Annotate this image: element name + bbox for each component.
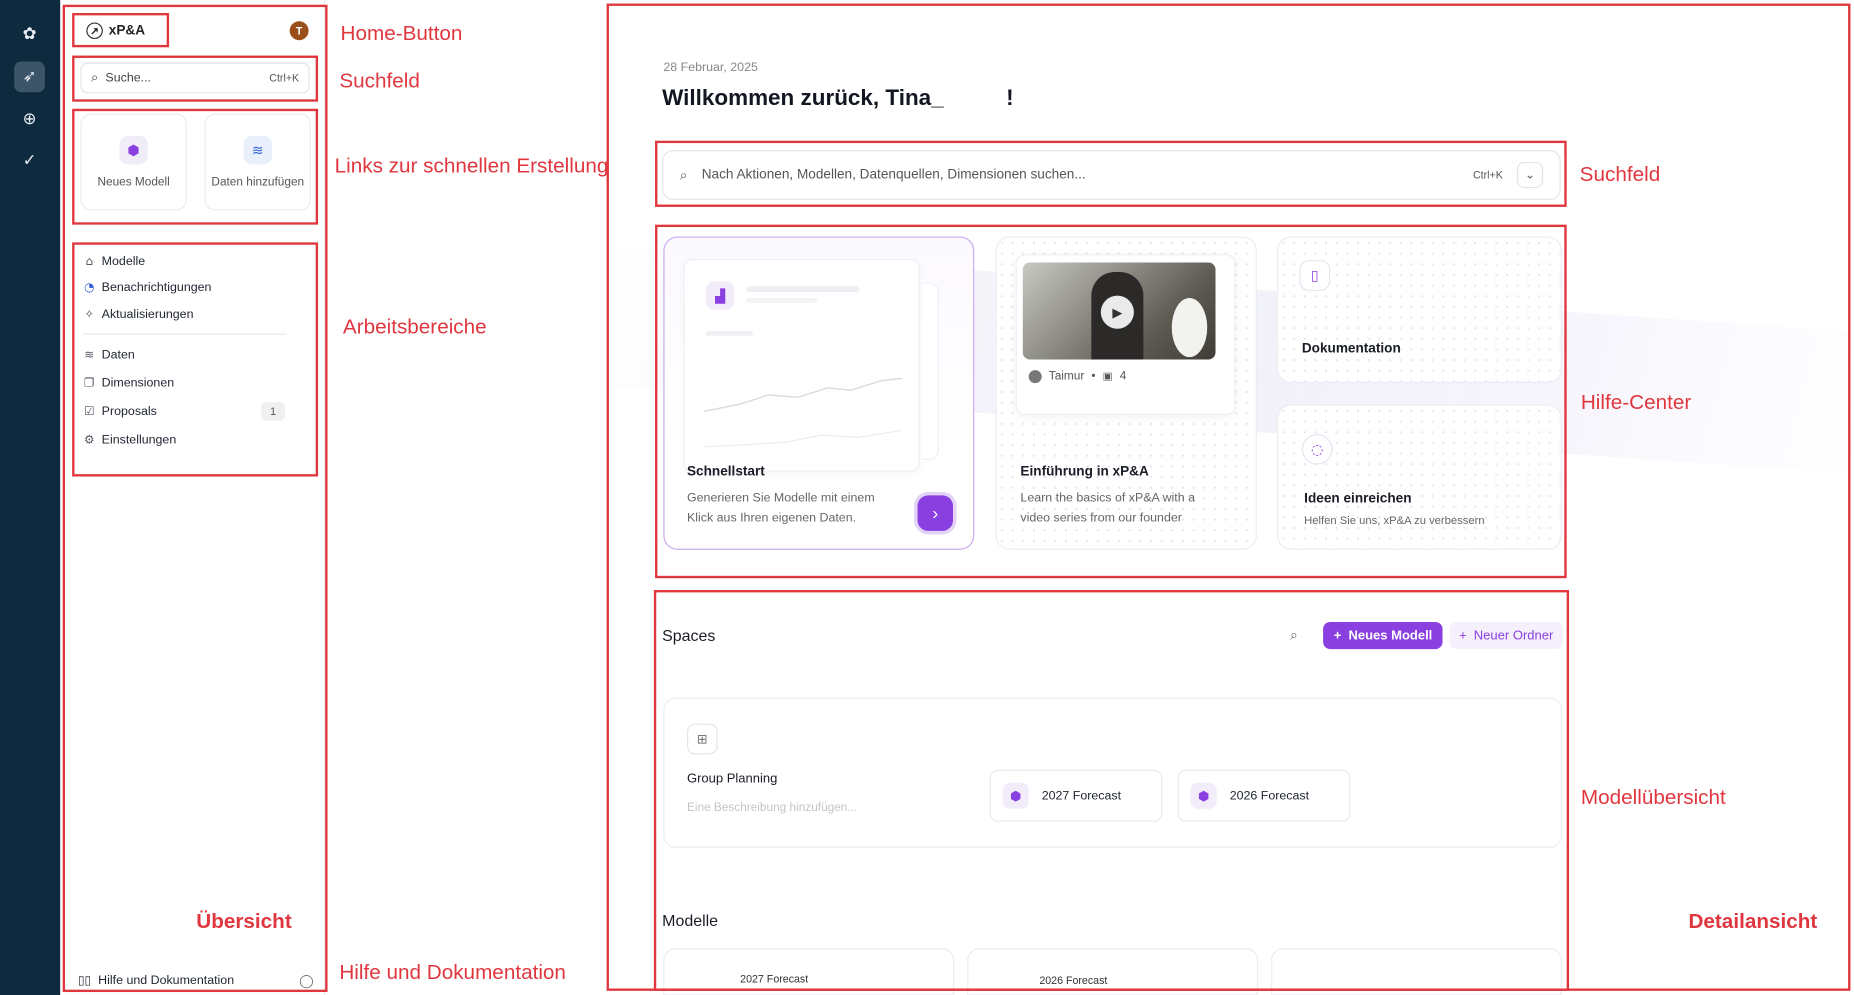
annotation-sidebar-search: Suchfeld	[339, 68, 420, 93]
icon-rail: ✿ ➶ ⊕ ✓	[0, 0, 61, 995]
annotation-box-main-search	[655, 140, 1567, 207]
annotation-detail-view: Detailansicht	[1688, 909, 1818, 933]
annotation-model-overview: Modellübersicht	[1580, 785, 1726, 809]
annotation-overview: Übersicht	[196, 909, 292, 933]
compass-icon[interactable]: ➶	[14, 61, 45, 93]
annotation-box-workspaces	[72, 242, 319, 477]
annotation-workspaces: Arbeitsbereiche	[342, 314, 487, 339]
annotation-home: Home-Button	[340, 21, 463, 45]
globe-icon[interactable]: ⊕	[14, 104, 45, 135]
annotation-main-search: Suchfeld	[1579, 161, 1661, 186]
annotation-help: Hilfe und Dokumentation	[339, 960, 566, 984]
annotation-box-model-overview	[653, 590, 1570, 991]
screenshot-stage: ✿ ➶ ⊕ ✓ ↗ xP&A T ⌕ Suche... Ctrl+K ⬢ Neu…	[0, 0, 1854, 995]
annotation-help-center: Hilfe-Center	[1580, 390, 1692, 414]
check-circle-icon[interactable]: ✓	[14, 145, 45, 176]
scaled-canvas: ✿ ➶ ⊕ ✓ ↗ xP&A T ⌕ Suche... Ctrl+K ⬢ Neu…	[0, 0, 1854, 995]
flower-icon[interactable]: ✿	[14, 19, 45, 50]
annotation-box-help-center	[655, 224, 1567, 579]
annotation-box-sidebar-search	[72, 55, 319, 102]
annotation-box-home	[72, 13, 170, 48]
annotation-quick-links: Links zur schnellen Erstellung	[334, 153, 609, 178]
annotation-box-quick-links	[72, 108, 319, 225]
